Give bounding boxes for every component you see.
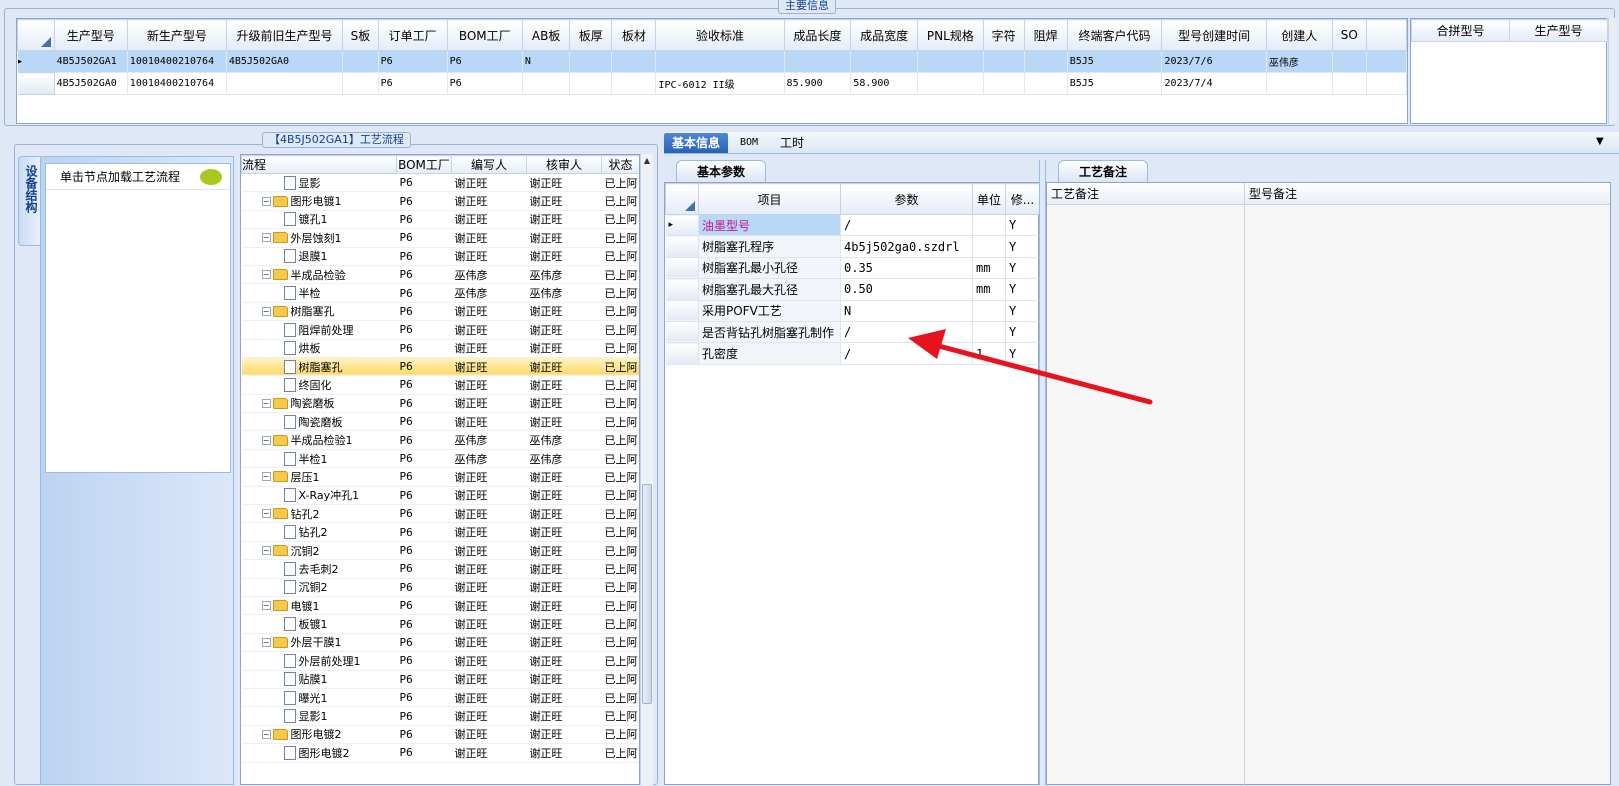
arrow-head xyxy=(908,329,946,359)
annotation-arrow xyxy=(908,329,1153,405)
arrow-shaft xyxy=(932,342,1153,405)
